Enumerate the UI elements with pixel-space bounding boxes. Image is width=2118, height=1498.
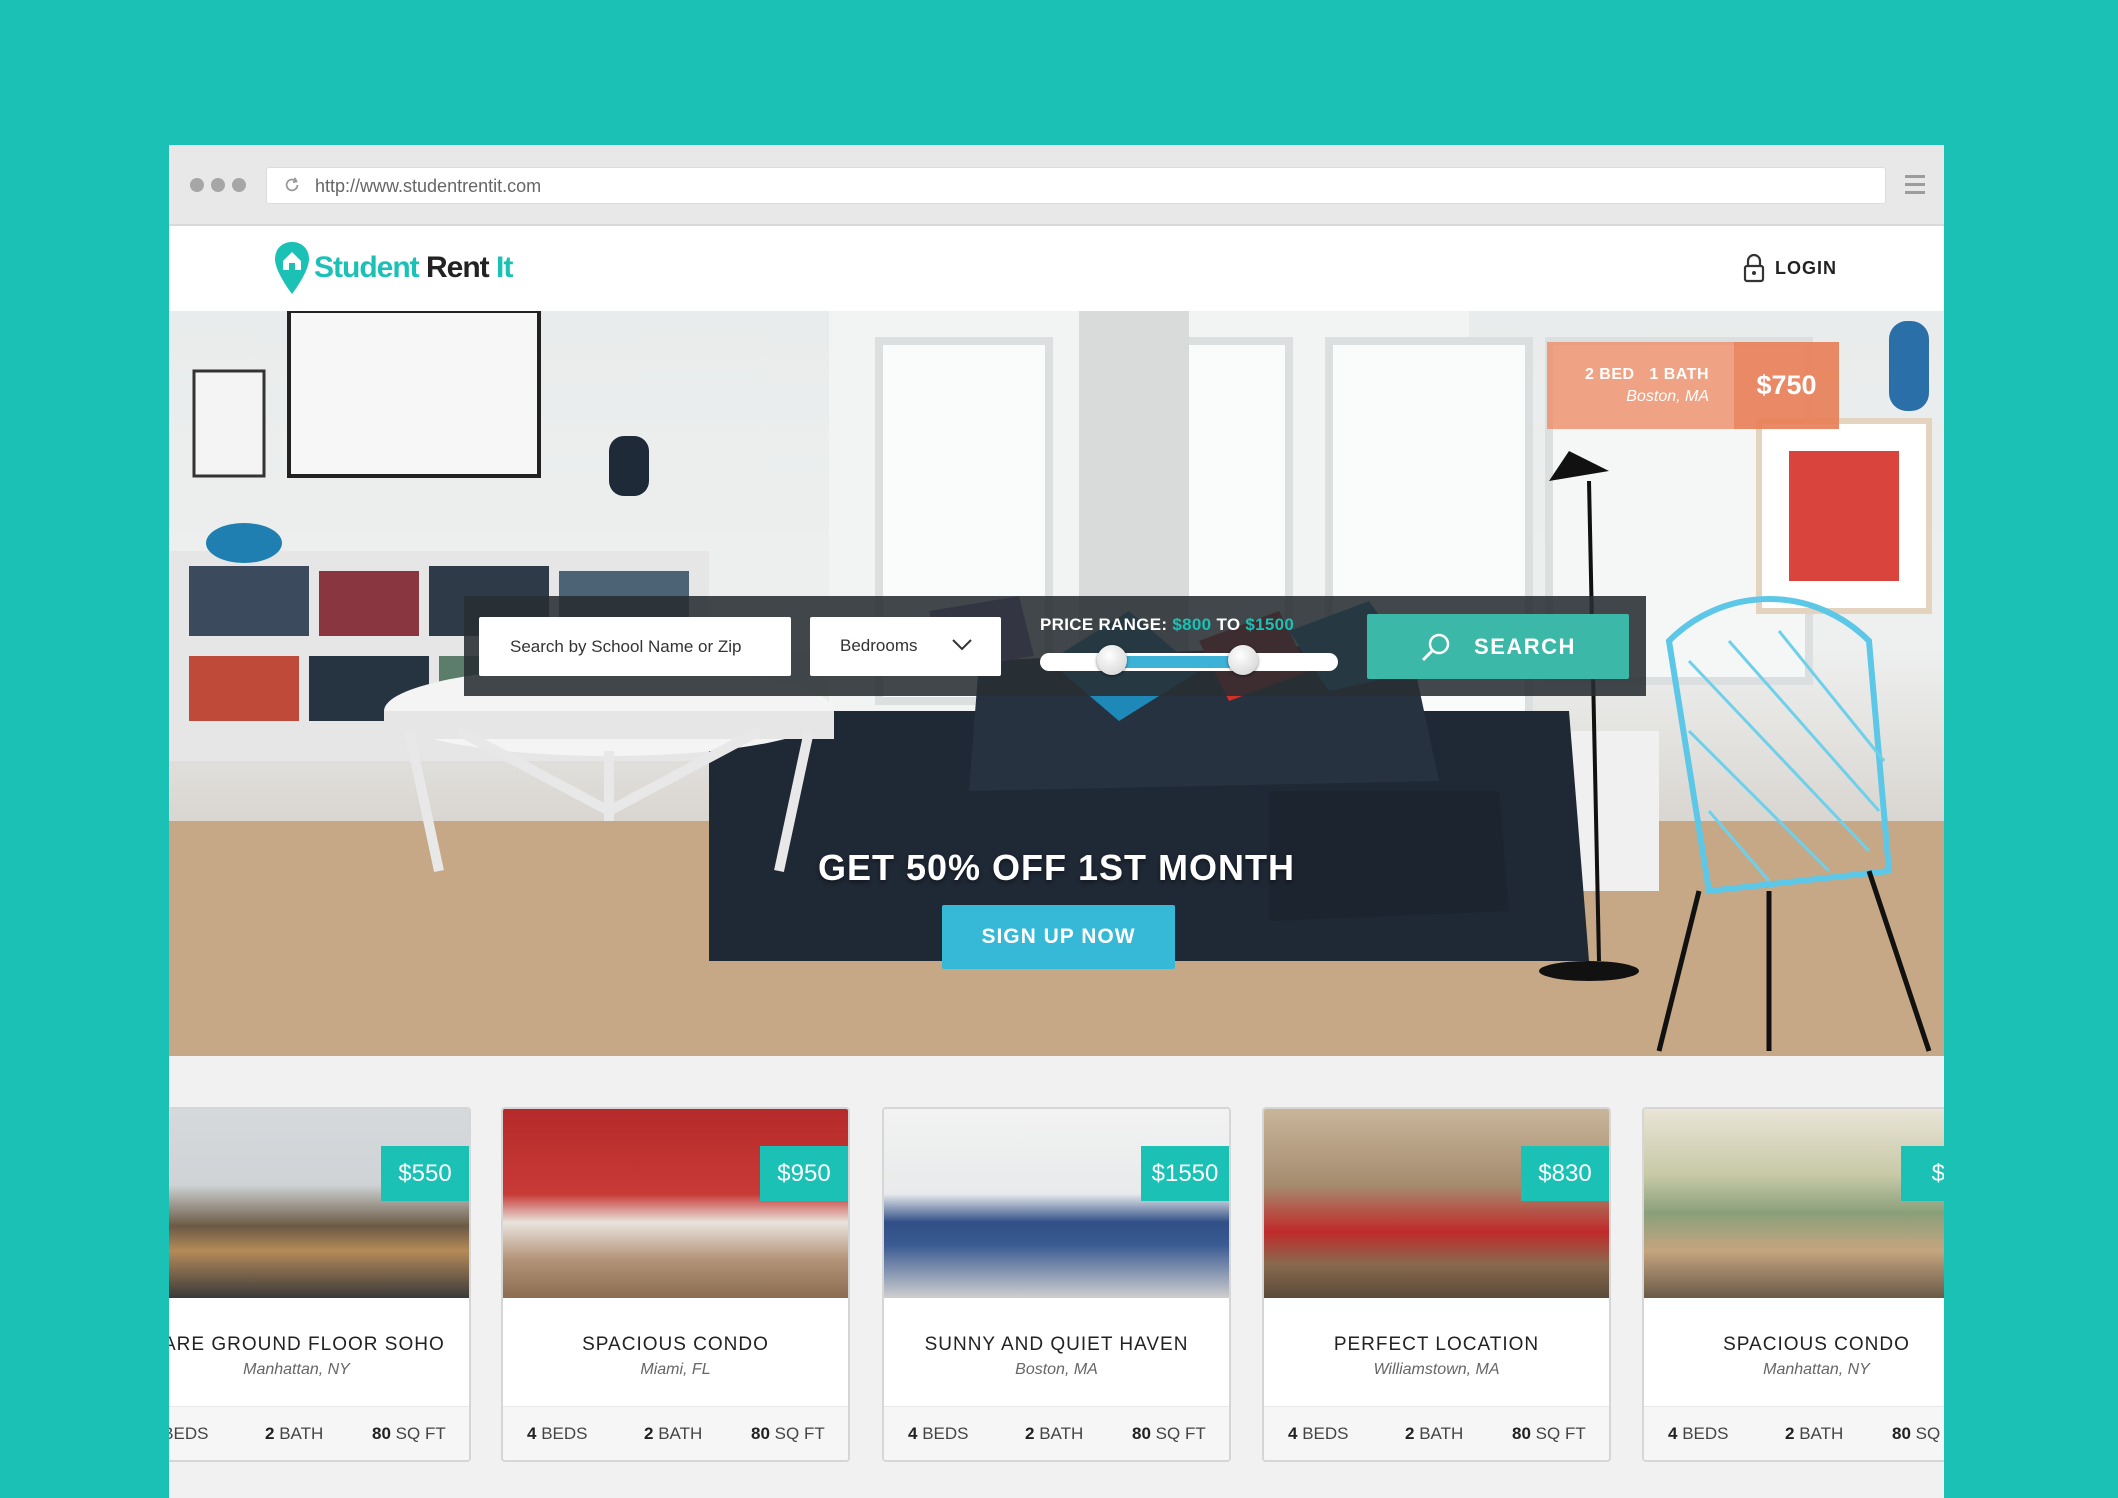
area-spec: 80 SQ FT (1512, 1424, 1586, 1443)
search-button[interactable]: SEARCH (1367, 614, 1629, 679)
address-bar[interactable]: http://www.studentrentit.com (266, 167, 1886, 204)
listing-price: $1550 (1141, 1146, 1229, 1201)
listing-card[interactable]: $950 SPACIOUS CONDO Miami, FL 4 BEDS 2 BATH 8… (501, 1107, 850, 1462)
window-controls[interactable] (190, 178, 246, 192)
beds-spec: 4 BEDS (908, 1424, 969, 1443)
listing-photo (503, 1109, 848, 1298)
price-max: $1500 (1245, 615, 1295, 634)
listing-city: Manhattan, NY (243, 1361, 350, 1378)
listing-photo (1264, 1109, 1609, 1298)
search-button-label: SEARCH (1474, 633, 1576, 659)
listing-card[interactable]: $8 SPACIOUS CONDO Manhattan, NY 4 BEDS 2 BAT… (1642, 1107, 1944, 1462)
listing-city: Manhattan, NY (1763, 1361, 1870, 1378)
hamburger-menu-icon[interactable] (1905, 175, 1925, 195)
listing-title: PERFECT LOCATION (1333, 1334, 1540, 1355)
bedrooms-label: Bedrooms (840, 636, 918, 655)
listing-city: Boston, MA (1015, 1361, 1098, 1378)
price-range-fill (1111, 656, 1243, 668)
beds-spec: 4 BEDS (1288, 1424, 1349, 1443)
listing-specs: 4 BEDS 2 BATH 80 SQ FT (503, 1406, 848, 1460)
map-pin-house-icon (275, 242, 309, 294)
featured-location: Boston, MA (1626, 388, 1709, 405)
listing-photo (884, 1109, 1229, 1298)
bedrooms-dropdown[interactable]: Bedrooms (810, 617, 1001, 676)
site-header: Student Rent It LOGIN (169, 226, 1944, 311)
price-range-label: PRICE RANGE: $800 TO $1500 (1040, 615, 1295, 634)
listing-title: SUNNY AND QUIET HAVEN (924, 1334, 1189, 1355)
search-bar: Bedrooms PRICE RANGE: $800 TO $1500 SEAR… (464, 596, 1646, 696)
bath-spec: 2 BATH (1785, 1424, 1844, 1443)
listing-specs: 4 BEDS 2 BATH 80 SQ (1644, 1406, 1944, 1460)
bath-spec: 2 BATH (1405, 1424, 1464, 1443)
price-range-slider[interactable] (1040, 645, 1338, 675)
featured-rooms: 2 BED 1 BATH (1584, 366, 1709, 383)
listing-specs: 4 BEDS 2 BATH 80 SQ FT (169, 1406, 469, 1460)
area-spec: 80 SQ FT (372, 1424, 446, 1443)
listing-card[interactable]: $830 PERFECT LOCATION Williamstown, MA 4 BE… (1262, 1107, 1611, 1462)
login-button[interactable]: LOGIN (1743, 251, 1837, 285)
listing-card[interactable]: $1550 SUNNY AND QUIET HAVEN Boston, MA 4 BE… (882, 1107, 1231, 1462)
school-search-input[interactable] (479, 617, 791, 676)
chevron-down-icon (952, 639, 972, 651)
area-spec: 80 SQ FT (751, 1424, 825, 1443)
beds-spec: 4 BEDS (1668, 1424, 1729, 1443)
listing-photo (169, 1109, 469, 1298)
listing-card[interactable]: $550 RARE GROUND FLOOR SOHO Manhattan, NY 4… (169, 1107, 471, 1462)
promo-headline: GET 50% OFF 1ST MONTH (817, 847, 1296, 888)
listing-specs: 4 BEDS 2 BATH 80 SQ FT (884, 1406, 1229, 1460)
price-min-handle[interactable] (1096, 645, 1127, 675)
featured-price: $750 (1734, 342, 1839, 429)
price-max-handle[interactable] (1227, 645, 1258, 675)
price-min: $800 (1172, 615, 1212, 634)
url-text[interactable]: http://www.studentrentit.com (315, 176, 541, 197)
featured-listing-badge[interactable]: 2 BED 1 BATH Boston, MA $750 (1547, 342, 1839, 429)
listing-city: Williamstown, MA (1373, 1361, 1500, 1378)
featured-info: 2 BED 1 BATH Boston, MA (1547, 342, 1734, 429)
reload-icon[interactable] (283, 176, 301, 194)
listing-price: $950 (760, 1146, 848, 1201)
area-spec: 80 SQ FT (1132, 1424, 1206, 1443)
listing-cards: $550 RARE GROUND FLOOR SOHO Manhattan, NY 4… (169, 1107, 1944, 1462)
bath-spec: 2 BATH (265, 1424, 324, 1443)
beds-spec: 4 BEDS (527, 1424, 588, 1443)
listing-title: SPACIOUS CONDO (1723, 1334, 1910, 1355)
search-icon (1421, 633, 1450, 661)
area-spec: 80 SQ (1892, 1424, 1941, 1443)
listing-specs: 4 BEDS 2 BATH 80 SQ FT (1264, 1406, 1609, 1460)
hero-banner: 2 BED 1 BATH Boston, MA $750 Bedrooms PR… (169, 311, 1944, 1056)
listing-photo (1644, 1109, 1944, 1298)
beds-spec: 4 BEDS (169, 1424, 209, 1443)
listing-title: SPACIOUS CONDO (582, 1334, 769, 1355)
sign-up-button[interactable]: SIGN UP NOW (942, 905, 1175, 969)
listing-city: Miami, FL (640, 1361, 711, 1378)
listing-title: RARE GROUND FLOOR SOHO (169, 1334, 445, 1355)
site-logo[interactable]: Student Rent It (272, 240, 513, 296)
brand-name: Student Rent It (314, 251, 513, 284)
browser-chrome: http://www.studentrentit.com (169, 145, 1944, 226)
bath-spec: 2 BATH (644, 1424, 703, 1443)
lock-icon (1743, 253, 1765, 283)
bath-spec: 2 BATH (1025, 1424, 1084, 1443)
login-label: LOGIN (1775, 257, 1837, 278)
browser-window: http://www.studentrentit.com Student Ren… (169, 145, 1944, 1498)
listing-price: $550 (381, 1146, 469, 1201)
listing-price: $830 (1521, 1146, 1609, 1201)
listing-price: $8 (1901, 1146, 1944, 1201)
